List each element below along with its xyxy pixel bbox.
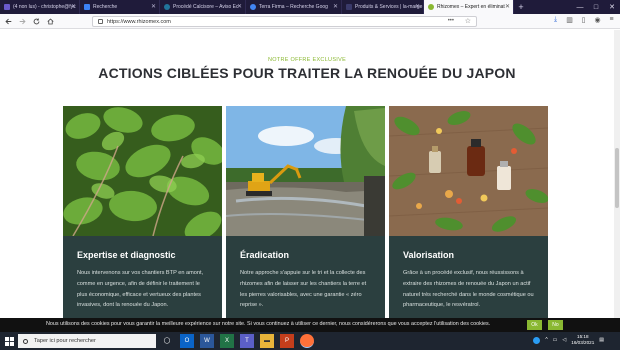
- search-icon: [84, 4, 90, 10]
- tray-chevron-icon[interactable]: ^: [545, 337, 547, 343]
- card-description: Grâce à un procédé exclusif, nous réussi…: [403, 270, 534, 309]
- card-title: Valorisation: [403, 250, 455, 260]
- window-controls: — □ ✕: [572, 0, 620, 14]
- tab-label: (4 non lus) - christophe@fyc: [13, 4, 76, 10]
- offer-card-expertise[interactable]: Expertise et diagnostic Nous intervenons…: [63, 106, 222, 318]
- teams-icon[interactable]: T: [240, 334, 254, 348]
- arrow-left-icon: [5, 18, 12, 24]
- tray-app-icon[interactable]: [533, 336, 541, 344]
- card-title: Éradication: [240, 250, 290, 260]
- download-icon[interactable]: ⤓: [551, 16, 560, 24]
- browser-tab[interactable]: Procédé Calcisore – Aviso Ec ✕: [160, 0, 246, 14]
- taskbar-apps: ◯ O W X T ▬ P: [160, 334, 314, 348]
- leaf-icon: [428, 4, 434, 10]
- bookmark-star-icon[interactable]: ☆: [465, 17, 471, 25]
- close-tab-icon[interactable]: ✕: [71, 3, 76, 10]
- close-tab-icon[interactable]: ✕: [151, 3, 156, 10]
- volume-icon[interactable]: ◁: [562, 337, 566, 343]
- notifications-icon[interactable]: ▤: [599, 337, 604, 343]
- section-eyebrow: NOTRE OFFRE EXCLUSIVE: [267, 57, 347, 63]
- url-text: https://www.rhizomex.com: [107, 18, 171, 25]
- knotweed-leaves-image: [63, 106, 222, 236]
- section-heading: ACTIONS CIBLÉES POUR TRAITER LA RENOUÉE …: [98, 65, 516, 81]
- close-tab-icon[interactable]: ✕: [237, 3, 242, 10]
- tab-label: Recherche: [93, 4, 118, 10]
- address-bar[interactable]: https://www.rhizomex.com ••• ☆: [92, 16, 477, 27]
- excavator-site-image: [226, 106, 385, 236]
- clock-date: 16/03/2021: [571, 340, 595, 345]
- cosmetic-bottles-image: [389, 106, 548, 236]
- taskbar-search-box[interactable]: Taper ici pour rechercher: [18, 334, 156, 348]
- cookie-message: Nous utilisons des cookies pour vous gar…: [46, 321, 491, 327]
- page-actions-icon[interactable]: •••: [448, 18, 454, 24]
- close-tab-icon[interactable]: ✕: [505, 3, 510, 10]
- tab-label: Produits & Services | la-marge: [355, 4, 423, 10]
- site-icon: [346, 4, 352, 10]
- tab-label: Terra Firma – Recherche Goog: [259, 4, 328, 10]
- menu-icon[interactable]: ≡: [607, 16, 616, 24]
- wordpress-icon: [164, 4, 170, 10]
- outlook-icon[interactable]: O: [180, 334, 194, 348]
- close-tab-icon[interactable]: ✕: [415, 3, 420, 10]
- browser-tab[interactable]: Terra Firma – Recherche Goog ✕: [246, 0, 342, 14]
- sidebar-icon[interactable]: ▯: [579, 16, 588, 24]
- taskbar-clock[interactable]: 15:18 16/03/2021: [571, 334, 594, 346]
- minimize-button[interactable]: —: [572, 0, 588, 14]
- toolbar-icons: ⤓ ▥ ▯ ◉ ≡: [551, 16, 616, 24]
- home-button[interactable]: [45, 16, 56, 27]
- page-scrollbar[interactable]: [614, 30, 620, 318]
- windows-taskbar: Taper ici pour rechercher ◯ O W X T ▬ P …: [0, 332, 620, 350]
- offer-card-eradication[interactable]: Éradication Notre approche s'appuie sur …: [226, 106, 385, 318]
- word-icon[interactable]: W: [200, 334, 214, 348]
- close-tab-icon[interactable]: ✕: [333, 3, 338, 10]
- taskbar-search-placeholder: Taper ici pour rechercher: [34, 338, 96, 344]
- windows-logo-icon: [4, 336, 14, 346]
- task-view-icon[interactable]: ◯: [160, 334, 174, 348]
- network-icon[interactable]: ▭: [553, 337, 558, 343]
- powerpoint-icon[interactable]: P: [280, 334, 294, 348]
- account-icon[interactable]: ◉: [593, 16, 602, 24]
- file-explorer-icon[interactable]: ▬: [260, 334, 274, 348]
- reload-button[interactable]: [31, 16, 42, 27]
- system-tray: ^ ▭ ◁ 15:18 16/03/2021 ▤: [533, 334, 604, 346]
- browser-tab[interactable]: (4 non lus) - christophe@fyc ✕: [0, 0, 80, 14]
- excel-icon[interactable]: X: [220, 334, 234, 348]
- library-icon[interactable]: ▥: [565, 16, 574, 24]
- mail-icon: [4, 4, 10, 10]
- tab-label: Rhizomex – Expert en éliminat: [437, 4, 505, 10]
- scrollbar-thumb[interactable]: [615, 148, 619, 208]
- arrow-right-icon: [19, 18, 26, 24]
- tab-label: Procédé Calcisore – Aviso Ec: [173, 4, 239, 10]
- firefox-icon[interactable]: [300, 334, 314, 348]
- browser-tab[interactable]: Produits & Services | la-marge ✕: [342, 0, 424, 14]
- close-window-button[interactable]: ✕: [604, 0, 620, 14]
- browser-tab[interactable]: Recherche ✕: [80, 0, 160, 14]
- browser-tab-bar: (4 non lus) - christophe@fyc ✕ Recherche…: [0, 0, 620, 14]
- google-icon: [250, 4, 256, 10]
- offer-card-valorisation[interactable]: Valorisation Grâce à un procédé exclusif…: [389, 106, 548, 318]
- forward-button[interactable]: [17, 16, 28, 27]
- back-button[interactable]: [3, 16, 14, 27]
- browser-nav-bar: https://www.rhizomex.com ••• ☆ ⤓ ▥ ▯ ◉ ≡: [0, 14, 620, 29]
- home-icon: [47, 18, 54, 24]
- browser-tab-active[interactable]: Rhizomex – Expert en éliminat ✕: [424, 0, 514, 14]
- card-description: Notre approche s'appuie sur le tri et la…: [240, 270, 367, 309]
- card-title: Expertise et diagnostic: [77, 250, 176, 260]
- cookie-accept-button[interactable]: Ok: [527, 320, 542, 330]
- lock-icon: [98, 19, 103, 24]
- maximize-button[interactable]: □: [588, 0, 604, 14]
- card-description: Nous intervenons sur vos chantiers BTP e…: [77, 270, 204, 309]
- search-icon: [23, 338, 28, 344]
- new-tab-button[interactable]: +: [514, 0, 528, 14]
- cookie-banner: Nous utilisons des cookies pour vous gar…: [0, 318, 620, 332]
- web-page: NOTRE OFFRE EXCLUSIVE ACTIONS CIBLÉES PO…: [0, 30, 614, 318]
- reload-icon: [33, 18, 40, 24]
- cookie-refuse-button[interactable]: No: [548, 320, 563, 330]
- start-button[interactable]: [0, 332, 18, 350]
